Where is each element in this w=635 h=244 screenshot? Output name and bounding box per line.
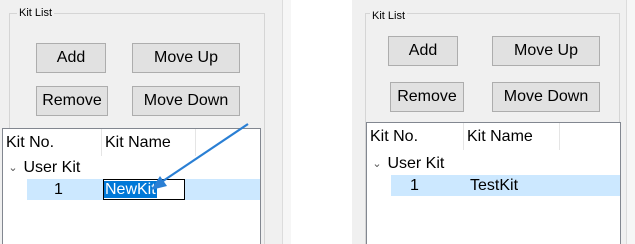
column-separator[interactable] xyxy=(559,123,560,150)
row-kit-number: 1 xyxy=(410,177,419,194)
row-kit-name: TestKit xyxy=(470,177,519,194)
arrow-head xyxy=(151,176,167,190)
window-edge xyxy=(626,0,635,244)
remove-button[interactable]: Remove xyxy=(390,82,464,112)
chevron-down-icon[interactable]: ⌄ xyxy=(371,154,383,174)
annotation-arrow-icon xyxy=(151,123,249,190)
tree-group-label: User Kit xyxy=(387,155,445,173)
group-title: Kit List xyxy=(370,10,408,22)
add-button[interactable]: Add xyxy=(388,36,458,66)
kit-list-view[interactable]: Kit No. Kit Name ⌄ User Kit 1 TestKit xyxy=(366,122,621,244)
left-screenshot: Kit List Add Move Up Remove Move Down Ki… xyxy=(0,0,291,244)
right-screenshot: Kit List Add Move Up Remove Move Down Ki… xyxy=(352,0,635,244)
move-down-button[interactable]: Move Down xyxy=(492,82,600,112)
column-header-kit-no[interactable]: Kit No. xyxy=(367,123,463,150)
move-up-button[interactable]: Move Up xyxy=(492,36,600,66)
column-header-kit-name[interactable]: Kit Name xyxy=(464,123,558,150)
arrow-shaft xyxy=(159,123,249,184)
tree-group-user-kit[interactable]: ⌄ User Kit xyxy=(371,154,444,174)
